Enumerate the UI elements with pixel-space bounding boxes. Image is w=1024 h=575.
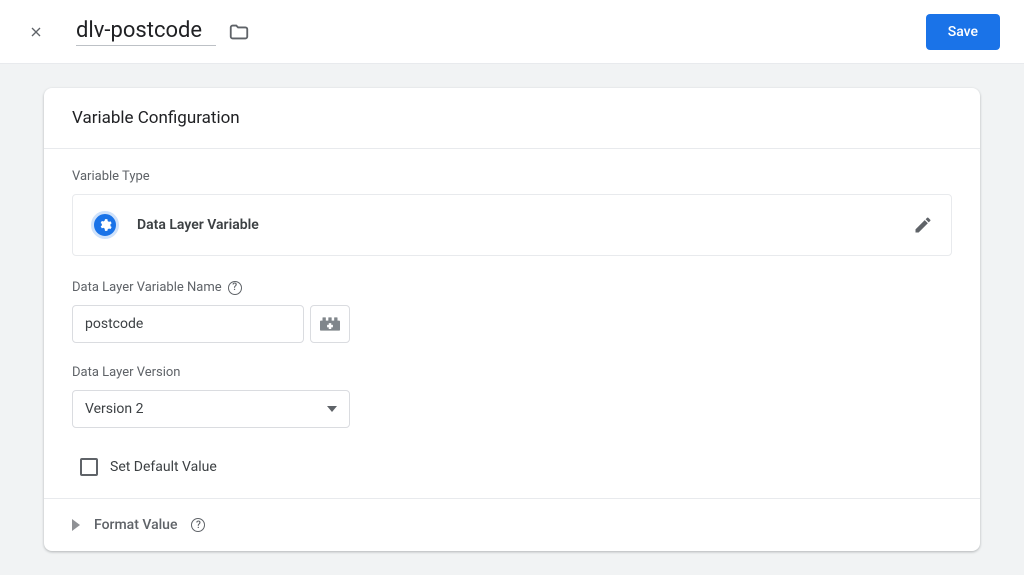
insert-variable-button[interactable] <box>310 305 350 343</box>
variable-name-label: Data Layer Variable Name ? <box>72 280 952 295</box>
card-title: Variable Configuration <box>44 88 980 149</box>
version-label: Data Layer Version <box>72 365 952 380</box>
default-value-checkbox[interactable] <box>80 458 98 476</box>
version-value: Version 2 <box>85 401 143 417</box>
folder-button[interactable] <box>228 21 250 43</box>
close-icon <box>28 24 44 40</box>
save-button[interactable]: Save <box>926 14 1000 50</box>
variable-type-row[interactable]: Data Layer Variable <box>72 194 952 256</box>
variable-title-input[interactable] <box>76 18 216 46</box>
workspace: Variable Configuration Variable Type Dat… <box>0 64 1024 575</box>
header: Save <box>0 0 1024 64</box>
variable-type-name: Data Layer Variable <box>137 217 895 233</box>
config-card: Variable Configuration Variable Type Dat… <box>44 88 980 551</box>
title-area <box>76 18 926 46</box>
format-value-label: Format Value <box>94 517 177 533</box>
close-button[interactable] <box>24 20 48 44</box>
variable-name-input[interactable] <box>72 305 304 343</box>
brick-plus-icon <box>320 317 340 331</box>
folder-icon <box>228 21 250 43</box>
chevron-down-icon <box>327 406 337 412</box>
format-value-row[interactable]: Format Value ? <box>44 498 980 551</box>
chevron-right-icon <box>72 519 80 531</box>
card-body: Variable Type Data Layer Variable Data L… <box>44 149 980 551</box>
pencil-icon <box>913 215 933 235</box>
version-select[interactable]: Version 2 <box>72 390 350 428</box>
default-value-row[interactable]: Set Default Value <box>72 454 952 498</box>
edit-type-button[interactable] <box>913 215 933 235</box>
variable-name-label-text: Data Layer Variable Name <box>72 280 222 295</box>
gear-icon <box>98 218 112 232</box>
help-icon[interactable]: ? <box>228 281 242 295</box>
default-value-label: Set Default Value <box>110 459 217 475</box>
variable-type-label: Variable Type <box>72 169 952 184</box>
help-icon[interactable]: ? <box>191 518 205 532</box>
variable-name-row <box>72 305 952 343</box>
variable-type-badge <box>91 211 119 239</box>
